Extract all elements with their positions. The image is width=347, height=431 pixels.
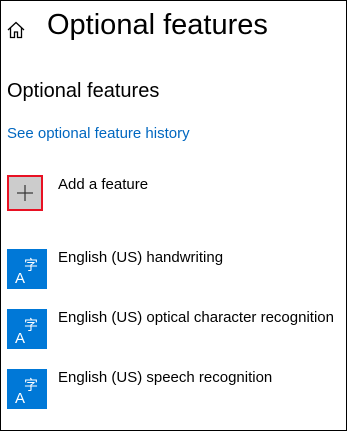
- svg-text:字: 字: [24, 258, 38, 274]
- section-title: Optional features: [7, 80, 160, 102]
- feature-item-handwriting[interactable]: A 字 English (US) handwriting: [7, 249, 342, 289]
- add-feature-button[interactable]: [7, 175, 43, 211]
- language-icon: A 字: [7, 369, 47, 409]
- feature-label: English (US) optical character recogniti…: [58, 309, 334, 326]
- feature-item-ocr[interactable]: A 字 English (US) optical character recog…: [7, 309, 342, 349]
- language-icon: A 字: [7, 309, 47, 349]
- svg-text:字: 字: [24, 318, 38, 334]
- page-title: Optional features: [47, 9, 268, 41]
- add-feature-label[interactable]: Add a feature: [58, 176, 148, 193]
- svg-text:字: 字: [24, 378, 38, 394]
- feature-label: English (US) speech recognition: [58, 369, 273, 386]
- page-header: Optional features: [1, 1, 346, 61]
- home-icon: [7, 21, 25, 39]
- feature-item-speech[interactable]: A 字 English (US) speech recognition: [7, 369, 342, 409]
- language-icon: A 字: [7, 249, 47, 289]
- add-feature-row[interactable]: Add a feature: [7, 173, 337, 213]
- plus-icon: [17, 185, 33, 201]
- optional-feature-history-link[interactable]: See optional feature history: [7, 125, 190, 142]
- feature-label: English (US) handwriting: [58, 249, 224, 266]
- settings-window: Optional features Optional features See …: [0, 0, 347, 431]
- home-button[interactable]: [5, 19, 27, 41]
